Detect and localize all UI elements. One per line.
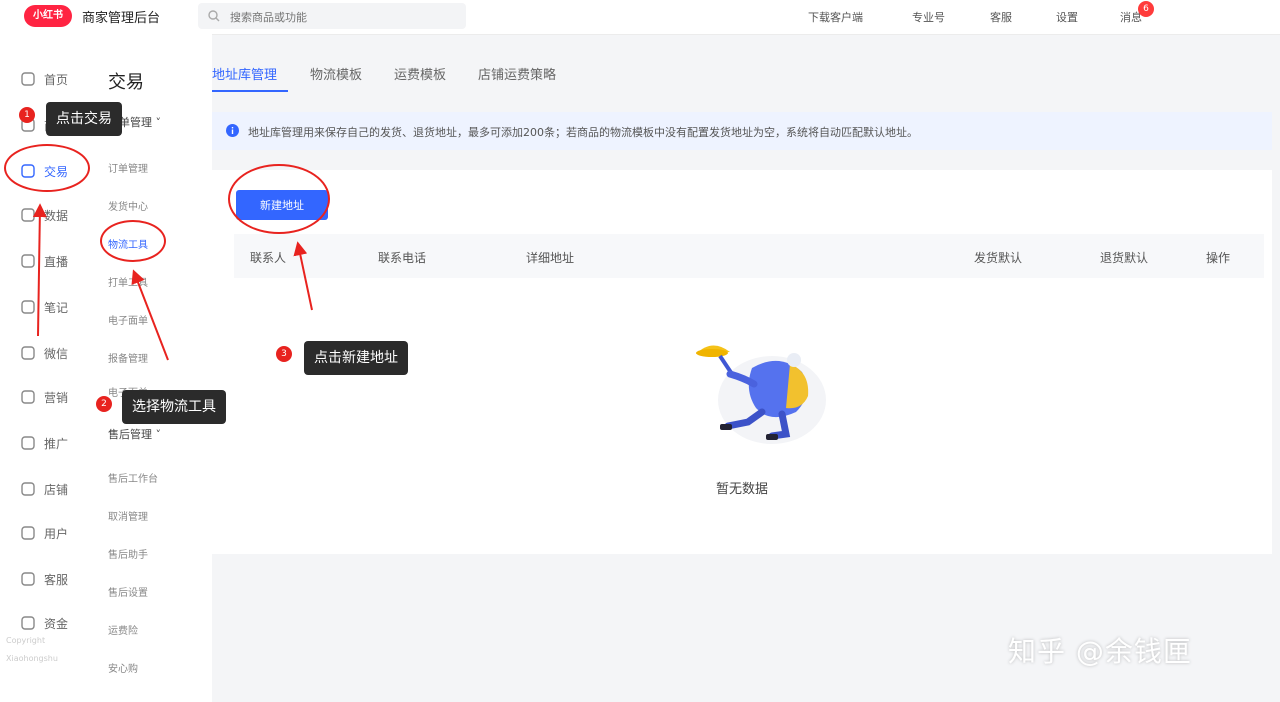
- settings-link[interactable]: 设置: [1056, 9, 1078, 25]
- step-1-tooltip: 点击交易: [46, 102, 122, 136]
- column-address: 详细地址: [526, 251, 575, 265]
- nav-item-11[interactable]: 用户: [20, 522, 90, 544]
- nav-item-13[interactable]: 资金: [20, 612, 90, 634]
- pro-account-link[interactable]: 专业号: [912, 9, 945, 25]
- search-box[interactable]: [198, 3, 466, 29]
- subnav-item-aftersale-desk[interactable]: 售后工作台: [108, 470, 158, 485]
- nav-item-8[interactable]: 营销: [20, 386, 90, 408]
- nav-item-label: 营销: [44, 390, 69, 405]
- column-phone: 联系电话: [378, 251, 427, 265]
- nav-item-label: 笔记: [44, 300, 69, 315]
- search-input[interactable]: [228, 6, 462, 28]
- table-header: 联系人 联系电话 详细地址 发货默认 退货默认 操作: [234, 234, 1264, 278]
- marketing-icon: [20, 389, 44, 405]
- subnav-item-orders[interactable]: 订单管理: [108, 160, 148, 175]
- brand-logo[interactable]: 小红书: [24, 5, 72, 27]
- promote-icon: [20, 435, 44, 451]
- store-icon: [20, 481, 44, 497]
- nav-item-label: 资金: [44, 616, 69, 631]
- home-icon: [20, 71, 44, 87]
- empty-state-illustration: [696, 345, 826, 444]
- subnav-item-waybill[interactable]: 电子面单: [108, 312, 148, 327]
- service-link[interactable]: 客服: [990, 9, 1012, 25]
- step-1-marker: 1: [19, 107, 35, 123]
- fund-icon: [20, 615, 44, 631]
- message-badge: 6: [1138, 1, 1154, 17]
- column-actions: 操作: [1206, 251, 1231, 265]
- nav-item-label: 推广: [44, 436, 69, 451]
- highlight-ring-logistics-tools: [100, 220, 166, 262]
- nav-item-12[interactable]: 客服: [20, 568, 90, 590]
- nav-item-label: 用户: [44, 526, 69, 541]
- step-3-tooltip: 点击新建地址: [304, 341, 408, 375]
- subnav-item-print[interactable]: 打单工具: [108, 274, 148, 289]
- tab-store-freight-strategy[interactable]: 店铺运费策略: [478, 64, 556, 83]
- subnav-item-assistant[interactable]: 售后助手: [108, 546, 148, 561]
- nav-item-6[interactable]: 笔记: [20, 296, 90, 318]
- data-icon: [20, 207, 44, 223]
- notice-text: 地址库管理用来保存自己的发货、退货地址，最多可添加200条；若商品的物流模板中没…: [248, 126, 918, 139]
- nav-item-label: 首页: [44, 72, 69, 87]
- nav-item-10[interactable]: 店铺: [20, 478, 90, 500]
- subnav-title: 交易: [108, 72, 144, 93]
- tabs-bar: 地址库管理 物流模板 运费模板 店铺运费策略: [212, 56, 1280, 96]
- subnav-item-assurance[interactable]: 安心购: [108, 660, 138, 675]
- info-icon: [226, 124, 239, 137]
- nav-item-4[interactable]: 数据: [20, 204, 90, 226]
- active-tab-indicator: [212, 90, 288, 92]
- column-contact: 联系人: [250, 251, 287, 265]
- app-title: 商家管理后台: [82, 11, 161, 26]
- top-bar: 小红书 商家管理后台 下载客户端 专业号 客服 设置 消息 6: [0, 0, 1280, 35]
- column-default-shipping: 发货默认: [974, 251, 1023, 265]
- tab-address-library[interactable]: 地址库管理: [212, 64, 277, 83]
- service-icon: [20, 571, 44, 587]
- note-icon: [20, 299, 44, 315]
- watermark: 知乎 @余钱匣: [1008, 635, 1192, 668]
- download-client-link[interactable]: 下载客户端: [808, 9, 863, 25]
- tab-freight-template[interactable]: 运费模板: [394, 64, 446, 83]
- subnav-group-aftersale[interactable]: 售后管理 ˅: [108, 426, 161, 442]
- nav-item-label: 直播: [44, 254, 69, 269]
- nav-item-1[interactable]: 首页: [20, 68, 90, 90]
- wechat-icon: [20, 345, 44, 361]
- info-notice: 地址库管理用来保存自己的发货、退货地址，最多可添加200条；若商品的物流模板中没…: [212, 112, 1272, 150]
- subnav-item-report[interactable]: 报备管理: [108, 350, 148, 365]
- column-default-return: 退货默认: [1100, 251, 1149, 265]
- subnav-item-aftersale-settings[interactable]: 售后设置: [108, 584, 148, 599]
- nav-item-label: 店铺: [44, 482, 69, 497]
- nav-item-7[interactable]: 微信: [20, 342, 90, 364]
- tab-logistics-template[interactable]: 物流模板: [310, 64, 362, 83]
- subnav-item-shipping[interactable]: 发货中心: [108, 198, 148, 213]
- nav-item-5[interactable]: 直播: [20, 250, 90, 272]
- step-2-marker: 2: [96, 396, 112, 412]
- step-3-marker: 3: [276, 346, 292, 362]
- search-icon: [208, 10, 220, 22]
- copyright-text: Copyright: [6, 636, 46, 645]
- highlight-ring-trade: [4, 144, 90, 192]
- nav-item-label: 客服: [44, 572, 69, 587]
- live-icon: [20, 253, 44, 269]
- nav-item-label: 数据: [44, 208, 69, 223]
- nav-item-9[interactable]: 推广: [20, 432, 90, 454]
- nav-item-label: 微信: [44, 346, 69, 361]
- highlight-ring-new-address: [228, 164, 330, 234]
- subnav-item-cancel[interactable]: 取消管理: [108, 508, 148, 523]
- empty-state-text: 暂无数据: [715, 482, 768, 497]
- user-icon: [20, 525, 44, 541]
- copyright-text: Xiaohongshu: [6, 654, 58, 663]
- step-2-tooltip: 选择物流工具: [122, 390, 226, 424]
- subnav-item-insurance[interactable]: 运费险: [108, 622, 138, 637]
